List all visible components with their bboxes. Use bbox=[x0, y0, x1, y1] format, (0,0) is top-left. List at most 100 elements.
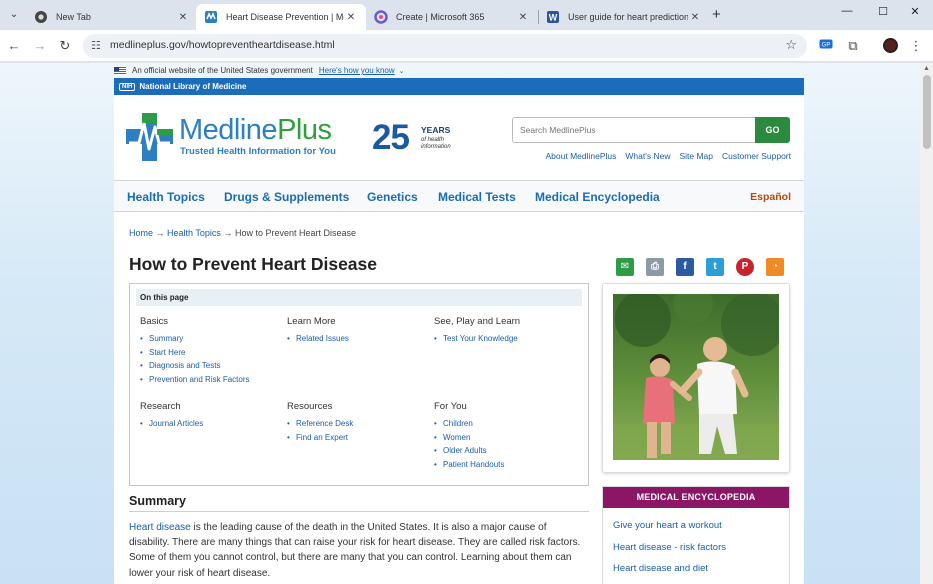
svg-text:W: W bbox=[549, 13, 558, 23]
summary-paragraph: Heart disease is the leading cause of th… bbox=[129, 520, 589, 581]
chevron-down-icon[interactable]: ⌄ bbox=[399, 67, 405, 75]
email-icon[interactable]: ✉ bbox=[616, 258, 634, 276]
encyclopedia-links: Give your heart a workout Heart disease … bbox=[603, 508, 789, 584]
gov-banner: An official website of the United States… bbox=[114, 63, 804, 78]
bookmark-star-icon[interactable]: ☆ bbox=[785, 37, 797, 53]
logo-wordmark[interactable]: MedlinePlus bbox=[179, 114, 332, 147]
breadcrumb-home[interactable]: Home bbox=[129, 228, 153, 238]
otp-link[interactable]: Prevention and Risk Factors bbox=[140, 373, 250, 387]
profile-avatar[interactable] bbox=[883, 38, 898, 53]
tab-title: Heart Disease Prevention | Med bbox=[226, 12, 344, 22]
search-input[interactable] bbox=[512, 117, 755, 143]
otp-link[interactable]: Patient Handouts bbox=[434, 458, 504, 472]
nav-medical-tests[interactable]: Medical Tests bbox=[438, 190, 516, 204]
minimize-button[interactable]: — bbox=[837, 5, 857, 17]
breadcrumb-separator: → bbox=[223, 228, 233, 238]
page-content: NIH National Library of Medicine Medline… bbox=[114, 78, 804, 584]
otp-link[interactable]: Summary bbox=[140, 332, 250, 346]
otp-link[interactable]: Test Your Knowledge bbox=[434, 332, 520, 346]
otp-section-learn-more: Learn More Related Issues bbox=[287, 316, 349, 346]
otp-link[interactable]: Start Here bbox=[140, 346, 250, 360]
kebab-menu-icon[interactable]: ⋮ bbox=[908, 38, 924, 54]
reload-icon[interactable]: ↻ bbox=[56, 37, 74, 55]
puzzle-icon[interactable]: ⧉ bbox=[845, 38, 861, 54]
page-viewport: An official website of the United States… bbox=[0, 63, 920, 584]
maximize-button[interactable]: ☐ bbox=[873, 5, 893, 18]
close-icon[interactable]: ✕ bbox=[516, 12, 530, 23]
url-text[interactable]: medlineplus.gov/howtopreventheartdisease… bbox=[110, 39, 335, 51]
close-icon[interactable]: ✕ bbox=[176, 12, 190, 23]
otp-link[interactable]: Older Adults bbox=[434, 444, 504, 458]
scroll-up-icon[interactable]: ▲ bbox=[923, 65, 930, 72]
anniversary-subtitle: of health information bbox=[421, 137, 451, 150]
otp-section-title: Research bbox=[140, 401, 181, 412]
otp-section-resources: Resources Reference Desk Find an Expert bbox=[287, 401, 353, 444]
pinterest-icon[interactable]: P bbox=[736, 258, 754, 276]
search-go-button[interactable]: GO bbox=[755, 117, 790, 143]
breadcrumb: Home → Health Topics → How to Prevent He… bbox=[129, 228, 356, 238]
close-window-button[interactable]: ✕ bbox=[905, 5, 925, 18]
breadcrumb-health-topics[interactable]: Health Topics bbox=[167, 228, 221, 238]
microsoft-365-icon bbox=[374, 10, 388, 24]
encyclopedia-link[interactable]: Give your heart a workout bbox=[613, 515, 779, 537]
close-icon[interactable]: ✕ bbox=[344, 12, 358, 23]
extension-icon[interactable]: GP bbox=[818, 38, 834, 54]
tab-strip: ⌄ New Tab ✕ Heart Disease Prevention | M… bbox=[0, 0, 933, 30]
tab-user-guide[interactable]: W User guide for heart prediction ✕ bbox=[538, 4, 710, 30]
nav-medical-encyclopedia[interactable]: Medical Encyclopedia bbox=[535, 190, 660, 204]
anniversary-number: 25 bbox=[372, 118, 410, 157]
tab-new-tab[interactable]: New Tab ✕ bbox=[26, 4, 198, 30]
new-tab-button[interactable]: + bbox=[712, 6, 721, 24]
otp-link[interactable]: Diagnosis and Tests bbox=[140, 359, 250, 373]
tab-search-icon[interactable]: ⌄ bbox=[5, 6, 23, 24]
nav-espanol[interactable]: Español bbox=[750, 191, 791, 203]
nlm-label[interactable]: National Library of Medicine bbox=[139, 82, 246, 91]
nav-genetics[interactable]: Genetics bbox=[367, 190, 418, 204]
nav-drugs-supplements[interactable]: Drugs & Supplements bbox=[224, 190, 349, 204]
nav-health-topics[interactable]: Health Topics bbox=[127, 190, 205, 204]
tab-microsoft-365[interactable]: Create | Microsoft 365 ✕ bbox=[366, 4, 538, 30]
otp-link[interactable]: Related Issues bbox=[287, 332, 349, 346]
otp-section-research: Research Journal Articles bbox=[140, 401, 203, 431]
tab-title: User guide for heart prediction bbox=[568, 12, 688, 22]
breadcrumb-current: How to Prevent Heart Disease bbox=[234, 228, 357, 238]
heart-disease-link[interactable]: Heart disease bbox=[129, 522, 191, 533]
util-link-site-map[interactable]: Site Map bbox=[679, 151, 713, 161]
page-title: How to Prevent Heart Disease bbox=[129, 254, 378, 274]
page-scrollbar[interactable]: ▲ bbox=[920, 63, 933, 584]
medlineplus-logo-icon[interactable] bbox=[126, 113, 173, 161]
summary-heading: Summary bbox=[129, 494, 186, 508]
address-bar[interactable]: ☷ medlineplus.gov/howtopreventheartdisea… bbox=[83, 34, 807, 58]
tab-title: New Tab bbox=[56, 12, 91, 22]
nih-badge: NIH bbox=[119, 82, 136, 91]
otp-link[interactable]: Find an Expert bbox=[287, 431, 353, 445]
otp-section-basics: Basics Summary Start Here Diagnosis and … bbox=[140, 316, 250, 386]
twitter-icon[interactable]: t bbox=[706, 258, 724, 276]
otp-section-title: Basics bbox=[140, 316, 168, 327]
print-icon[interactable]: ⎙ bbox=[646, 258, 664, 276]
util-link-whats-new[interactable]: What's New bbox=[625, 151, 670, 161]
logo-tagline: Trusted Health Information for You bbox=[180, 146, 336, 157]
encyclopedia-link[interactable]: Heart disease and diet bbox=[613, 558, 779, 580]
otp-link[interactable]: Children bbox=[434, 417, 504, 431]
summary-body: is the leading cause of the death in the… bbox=[129, 522, 581, 579]
otp-link[interactable]: Reference Desk bbox=[287, 417, 353, 431]
gov-banner-link[interactable]: Here's how you know bbox=[319, 66, 395, 75]
util-link-customer-support[interactable]: Customer Support bbox=[722, 151, 791, 161]
tab-heart-disease[interactable]: Heart Disease Prevention | Med ✕ bbox=[196, 4, 366, 30]
facebook-icon[interactable]: f bbox=[676, 258, 694, 276]
util-link-about[interactable]: About MedlinePlus bbox=[546, 151, 617, 161]
scrollbar-thumb[interactable] bbox=[923, 75, 931, 149]
site-header: MedlinePlus Trusted Health Information f… bbox=[114, 95, 804, 180]
otp-link[interactable]: Journal Articles bbox=[140, 417, 203, 431]
otp-link[interactable]: Women bbox=[434, 431, 504, 445]
summary-divider bbox=[129, 511, 589, 512]
couple-jogging-photo bbox=[613, 294, 779, 460]
close-icon[interactable]: ✕ bbox=[688, 12, 702, 23]
forward-arrow-icon[interactable]: → bbox=[31, 37, 49, 55]
medlineplus-favicon-icon bbox=[204, 10, 218, 24]
rss-icon[interactable]: ◔ bbox=[766, 258, 784, 276]
encyclopedia-link[interactable]: Heart disease - risk factors bbox=[613, 537, 779, 559]
back-arrow-icon[interactable]: ← bbox=[5, 37, 23, 55]
site-info-icon[interactable]: ☷ bbox=[91, 39, 101, 52]
